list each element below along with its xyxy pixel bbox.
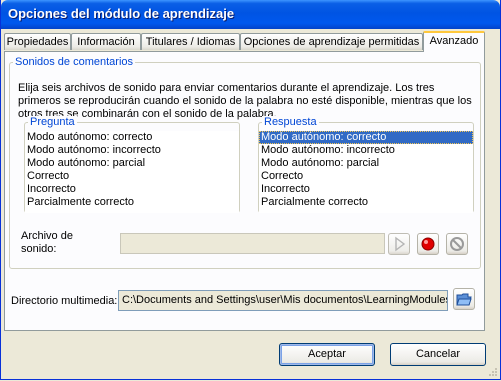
tab-information[interactable]: Información (71, 33, 141, 50)
no-entry-icon (450, 237, 464, 251)
answer-title: Respuesta (262, 116, 319, 128)
sound-file-label-line1: Archivo de (21, 230, 73, 242)
list-item[interactable]: Modo autónomo: incorrecto (25, 144, 239, 157)
list-item[interactable]: Modo autónomo: correcto (259, 131, 473, 144)
cancel-button[interactable]: Cancelar (390, 343, 486, 366)
question-listbox[interactable]: Modo autónomo: correcto Modo autónomo: i… (25, 131, 239, 213)
folder-icon (456, 293, 472, 306)
list-item[interactable]: Modo autónomo: incorrecto (259, 144, 473, 157)
stop-button[interactable] (446, 233, 468, 255)
media-directory-label: Directorio multimedia: (11, 295, 118, 307)
advanced-panel: Sonidos de comentarios Elija seis archiv… (4, 51, 485, 331)
list-item[interactable]: Modo autónomo: correcto (25, 131, 239, 144)
window-title: Opciones del módulo de aprendizaje (8, 6, 235, 21)
sound-file-label-line2: sonido: (21, 243, 57, 255)
list-item[interactable]: Incorrecto (25, 183, 239, 196)
play-button[interactable] (388, 233, 410, 255)
tab-advanced[interactable]: Avanzado (423, 31, 485, 52)
tab-headings-languages[interactable]: Titulares / Idiomas (141, 33, 240, 50)
list-item[interactable]: Modo autónomo: parcial (25, 157, 239, 170)
feedback-sounds-group: Sonidos de comentarios Elija seis archiv… (9, 56, 481, 269)
answer-listbox[interactable]: Modo autónomo: correcto Modo autónomo: i… (259, 131, 473, 213)
accept-button[interactable]: Aceptar (279, 343, 375, 366)
title-bar[interactable]: Opciones del módulo de aprendizaje (1, 0, 500, 29)
question-title: Pregunta (28, 116, 77, 128)
list-item[interactable]: Parcialmente correcto (25, 196, 239, 209)
tab-allowed-learning-options[interactable]: Opciones de aprendizaje permitidas (240, 33, 423, 50)
feedback-sounds-description: Elija seis archivos de sonido para envia… (18, 82, 472, 120)
list-item[interactable]: Correcto (259, 170, 473, 183)
options-dialog: Opciones del módulo de aprendizaje Propi… (0, 0, 501, 380)
list-item[interactable]: Correcto (25, 170, 239, 183)
play-icon (395, 236, 406, 252)
media-directory-field[interactable]: C:\Documents and Settings\user\Mis docum… (118, 290, 448, 311)
list-item[interactable]: Incorrecto (259, 183, 473, 196)
answer-group: Respuesta Modo autónomo: correcto Modo a… (258, 116, 474, 213)
list-item[interactable]: Parcialmente correcto (259, 196, 473, 209)
list-item[interactable]: Modo autónomo: parcial (259, 157, 473, 170)
record-icon (421, 237, 435, 251)
question-group: Pregunta Modo autónomo: correcto Modo au… (24, 116, 240, 213)
browse-folder-button[interactable] (453, 288, 475, 310)
sound-file-label: Archivo de sonido: (21, 230, 73, 256)
resize-grip-icon[interactable] (487, 366, 498, 377)
record-button[interactable] (417, 233, 439, 255)
sound-file-field[interactable] (120, 233, 385, 254)
feedback-sounds-title: Sonidos de comentarios (13, 56, 136, 68)
tab-properties[interactable]: Propiedades (4, 33, 71, 50)
